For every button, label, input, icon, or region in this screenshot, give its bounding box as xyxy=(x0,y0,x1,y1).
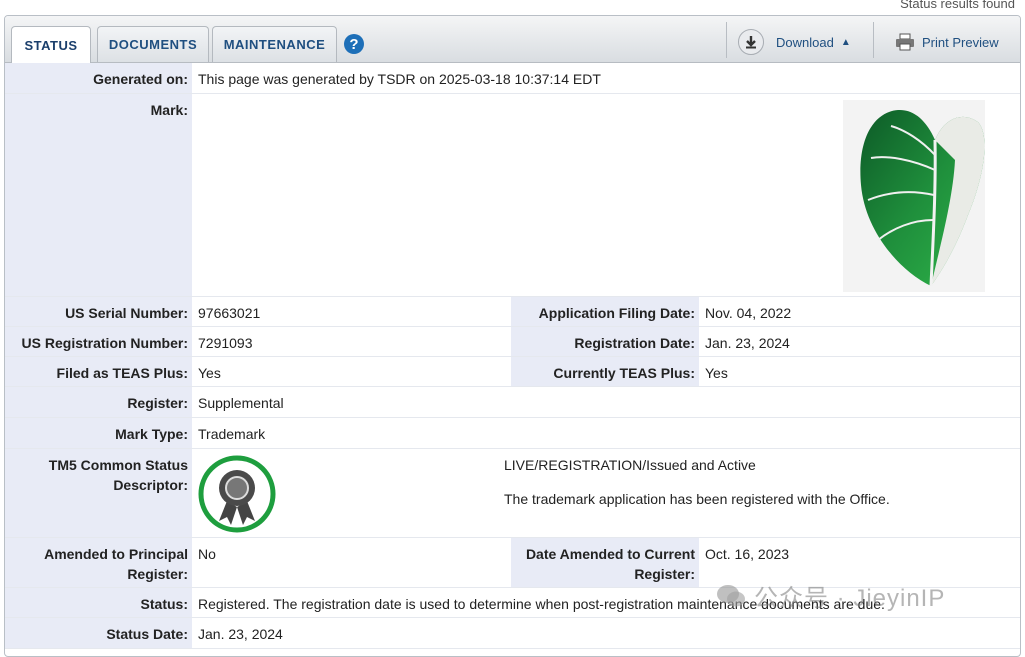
mark-type-label: Mark Type: xyxy=(5,418,192,448)
serial-label: US Serial Number: xyxy=(5,297,192,326)
reg-number-label: US Registration Number: xyxy=(5,327,192,356)
download-arrow-icon xyxy=(738,29,764,55)
register-value: Supplemental xyxy=(198,395,284,411)
reg-number-value: 7291093 xyxy=(198,335,253,351)
tab-status[interactable]: STATUS xyxy=(11,26,91,63)
tm5-description: The trademark application has been regis… xyxy=(504,491,890,507)
status-panel: STATUS DOCUMENTS MAINTENANCE ? Download … xyxy=(4,15,1021,657)
register-label: Register: xyxy=(5,387,192,417)
download-button[interactable]: Download ▲ xyxy=(738,28,851,56)
mark-label: Mark: xyxy=(5,94,192,296)
reg-date-label: Registration Date: xyxy=(511,327,699,356)
help-question-icon[interactable]: ? xyxy=(344,34,364,54)
generated-on-label: Generated on: xyxy=(5,63,192,93)
watermark: 公众号 · JieyinIP xyxy=(716,578,945,613)
toolbar-divider xyxy=(873,22,874,58)
status-label: Status: xyxy=(5,588,192,617)
teas-plus-label: Filed as TEAS Plus: xyxy=(5,357,192,386)
row-generated-on: Generated on: This page was generated by… xyxy=(5,63,1020,94)
mark-image xyxy=(843,100,985,292)
row-register: Register: Supplemental xyxy=(5,387,1020,418)
wechat-icon xyxy=(717,584,745,606)
results-note: Status results found xyxy=(900,0,1015,11)
tm5-status: LIVE/REGISTRATION/Issued and Active xyxy=(504,457,756,473)
filing-date-label: Application Filing Date: xyxy=(511,297,699,326)
row-tm5: TM5 Common Status Descriptor: LIVE/REGIS… xyxy=(5,449,1020,538)
tab-bar: STATUS DOCUMENTS MAINTENANCE ? Download … xyxy=(5,16,1020,63)
row-mark-type: Mark Type: Trademark xyxy=(5,418,1020,449)
row-status-date: Status Date: Jan. 23, 2024 xyxy=(5,618,1020,649)
serial-value: 97663021 xyxy=(198,305,261,321)
amended-principal-label: Amended to Principal Register: xyxy=(5,538,192,587)
print-preview-label: Print Preview xyxy=(922,34,999,50)
amended-principal-value: No xyxy=(198,546,216,562)
download-label: Download xyxy=(776,34,834,50)
tab-documents[interactable]: DOCUMENTS xyxy=(97,26,209,62)
row-serial: US Serial Number: 97663021 Application F… xyxy=(5,297,1020,327)
teas-plus-value: Yes xyxy=(198,365,221,381)
date-amended-value: Oct. 16, 2023 xyxy=(705,546,790,562)
reg-date-value: Jan. 23, 2024 xyxy=(705,335,790,351)
row-mark: Mark: xyxy=(5,94,1020,297)
current-teas-value: Yes xyxy=(705,365,728,381)
watermark-text: 公众号 · JieyinIP xyxy=(754,585,946,612)
current-teas-label: Currently TEAS Plus: xyxy=(511,357,699,386)
date-amended-label: Date Amended to Current Register: xyxy=(511,538,699,587)
tab-maintenance[interactable]: MAINTENANCE xyxy=(212,26,337,62)
toolbar-divider xyxy=(726,22,727,58)
generated-on-value: This page was generated by TSDR on 2025-… xyxy=(198,71,601,87)
printer-icon xyxy=(896,33,914,51)
status-date-label: Status Date: xyxy=(5,618,192,648)
caret-up-icon: ▲ xyxy=(840,36,851,48)
print-preview-button[interactable]: Print Preview xyxy=(895,28,999,56)
mark-type-value: Trademark xyxy=(198,426,266,442)
filing-date-value: Nov. 04, 2022 xyxy=(705,305,792,321)
row-teas: Filed as TEAS Plus: Yes Currently TEAS P… xyxy=(5,357,1020,387)
row-registration: US Registration Number: 7291093 Registra… xyxy=(5,327,1020,357)
status-date-value: Jan. 23, 2024 xyxy=(198,626,283,642)
tm5-label: TM5 Common Status Descriptor: xyxy=(5,449,192,537)
registered-ribbon-icon xyxy=(197,455,277,536)
